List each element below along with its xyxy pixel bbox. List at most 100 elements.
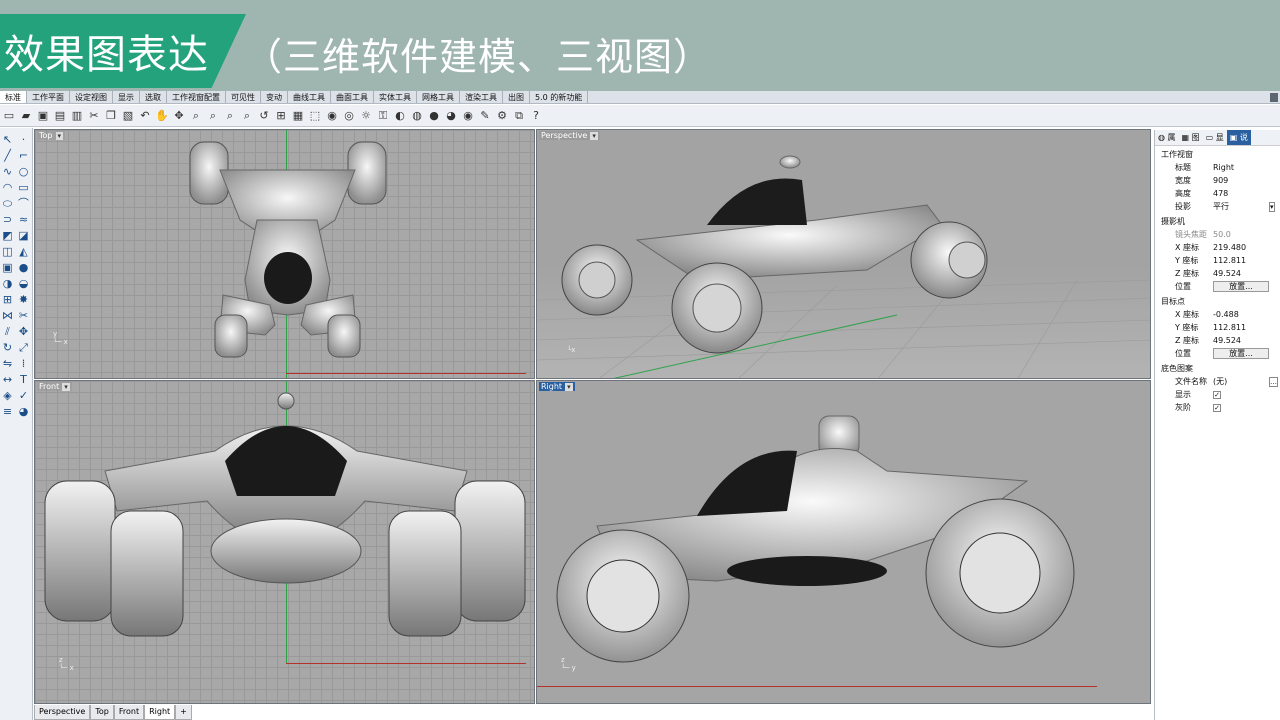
point-tool-icon[interactable]: · <box>16 132 31 147</box>
paste-icon[interactable]: ▧ <box>121 109 135 123</box>
tab-drafting[interactable]: 出图 <box>503 91 530 103</box>
tab-scroll-icon[interactable] <box>1270 93 1278 102</box>
vehicle-top-view[interactable] <box>35 130 535 379</box>
viewport-perspective[interactable]: Perspective ▾ └x <box>536 129 1151 379</box>
help-tab-icon[interactable]: ▣ 说 <box>1226 130 1251 145</box>
target-x-value[interactable]: -0.488 <box>1213 310 1269 319</box>
viewport-top[interactable]: Top ▾ y └─ x <box>34 129 535 379</box>
layout-icon[interactable]: ⧉ <box>512 109 526 123</box>
chevron-down-icon[interactable]: ▾ <box>1269 201 1275 212</box>
settings-icon[interactable]: ⚙ <box>495 109 509 123</box>
save-icon[interactable]: ▣ <box>36 109 50 123</box>
line-icon[interactable]: ╱ <box>0 148 15 163</box>
projection-select[interactable]: 平行 <box>1213 201 1269 212</box>
vehicle-right-view[interactable] <box>537 381 1151 704</box>
light-icon[interactable]: ☼ <box>359 109 373 123</box>
undo-icon[interactable]: ↶ <box>138 109 152 123</box>
width-value[interactable]: 909 <box>1213 176 1269 185</box>
cplane-icon[interactable]: ◎ <box>342 109 356 123</box>
dimension-icon[interactable]: ↔ <box>0 372 15 387</box>
loft-icon[interactable]: ◫ <box>0 244 15 259</box>
rotate-view-icon[interactable]: ✥ <box>172 109 186 123</box>
open-icon[interactable]: ▰ <box>19 109 33 123</box>
tab-select[interactable]: 选取 <box>140 91 167 103</box>
tab-solid-tools[interactable]: 实体工具 <box>374 91 417 103</box>
tab-front[interactable]: Front <box>113 705 145 720</box>
select-icon[interactable]: ⬚ <box>308 109 322 123</box>
solid-box-icon[interactable]: ▣ <box>0 260 15 275</box>
point-icon[interactable]: ◉ <box>325 109 339 123</box>
pointer-icon[interactable]: ↖ <box>0 132 15 147</box>
globe-icon[interactable]: ◉ <box>461 109 475 123</box>
camera-y-value[interactable]: 112.811 <box>1213 256 1269 265</box>
file-name-value[interactable]: (无) <box>1213 376 1269 387</box>
tab-top[interactable]: Top <box>90 705 114 720</box>
tab-standard[interactable]: 标准 <box>0 91 27 103</box>
color-wheel-icon[interactable]: ◍ <box>410 109 424 123</box>
four-view-icon[interactable]: ⊞ <box>274 109 288 123</box>
scale-icon[interactable]: ⤢ <box>16 340 31 355</box>
array-icon[interactable]: ⁞ <box>16 356 31 371</box>
title-value[interactable]: Right <box>1213 163 1269 172</box>
cut-icon[interactable]: ✂ <box>87 109 101 123</box>
material-icon[interactable]: ◐ <box>393 109 407 123</box>
print-icon[interactable]: ▤ <box>53 109 67 123</box>
zoom-window-icon[interactable]: ⌕ <box>206 109 220 123</box>
camera-x-value[interactable]: 219.480 <box>1213 243 1269 252</box>
arc-icon[interactable]: ◠ <box>0 180 15 195</box>
import-icon[interactable]: ▥ <box>70 109 84 123</box>
place-target-button[interactable]: 放置... <box>1213 348 1269 359</box>
mirror-icon[interactable]: ⇋ <box>0 356 15 371</box>
lock-icon[interactable]: ⚿ <box>376 109 390 123</box>
tab-new-in-v5[interactable]: 5.0 的新功能 <box>530 91 589 103</box>
tab-set-view[interactable]: 设定视图 <box>70 91 113 103</box>
solid-sphere-icon[interactable]: ● <box>16 260 31 275</box>
trim-icon[interactable]: ✂ <box>16 308 31 323</box>
tab-surface-tools[interactable]: 曲面工具 <box>331 91 374 103</box>
sweep-icon[interactable]: ◭ <box>16 244 31 259</box>
boolean-icon[interactable]: ◑ <box>0 276 15 291</box>
copy-icon[interactable]: ❐ <box>104 109 118 123</box>
split-icon[interactable]: ⫽ <box>0 324 15 339</box>
analyze-icon[interactable]: ◈ <box>0 388 15 403</box>
pan-icon[interactable]: ✋ <box>155 109 169 123</box>
sphere-icon[interactable]: ● <box>427 109 441 123</box>
zoom-extents-icon[interactable]: ⌕ <box>223 109 237 123</box>
viewport-right[interactable]: Right ▾ z └─ y <box>536 380 1151 704</box>
properties-tab-icon[interactable]: ◍ 属 <box>1155 130 1179 145</box>
mesh-icon[interactable]: ⊞ <box>0 292 15 307</box>
tab-cplane[interactable]: 工作平面 <box>27 91 70 103</box>
show-checkbox[interactable]: ✓ <box>1213 390 1221 399</box>
layers-tab-icon[interactable]: ▦ 图 <box>1179 130 1203 145</box>
undo-view-icon[interactable]: ↺ <box>257 109 271 123</box>
options-icon[interactable]: ✎ <box>478 109 492 123</box>
offset-icon[interactable]: ⊃ <box>0 212 15 227</box>
curve-icon[interactable]: ∿ <box>0 164 15 179</box>
viewport-front[interactable]: Front ▾ z └─ x <box>34 380 535 704</box>
new-file-icon[interactable]: ▭ <box>2 109 16 123</box>
tab-visibility[interactable]: 可见性 <box>226 91 261 103</box>
text-icon[interactable]: T <box>16 372 31 387</box>
target-y-value[interactable]: 112.811 <box>1213 323 1269 332</box>
target-z-value[interactable]: 49.524 <box>1213 336 1269 345</box>
circle-icon[interactable]: ○ <box>16 164 31 179</box>
add-tab-button[interactable]: + <box>175 705 192 720</box>
browse-icon[interactable]: … <box>1269 376 1278 387</box>
ellipse-icon[interactable]: ⬭ <box>0 196 15 211</box>
display-tab-icon[interactable]: ▭ 显 <box>1203 130 1227 145</box>
explode-icon[interactable]: ✸ <box>16 292 31 307</box>
fillet-curve-icon[interactable]: ⌒ <box>16 196 31 211</box>
vehicle-front-view[interactable] <box>35 381 535 704</box>
polyline-icon[interactable]: ⌐ <box>16 148 31 163</box>
rectangle-icon[interactable]: ▭ <box>16 180 31 195</box>
tab-viewport-layout[interactable]: 工作视窗配置 <box>167 91 226 103</box>
render-icon[interactable]: ◕ <box>444 109 458 123</box>
grid-icon[interactable]: ▦ <box>291 109 305 123</box>
tab-curve-tools[interactable]: 曲线工具 <box>288 91 331 103</box>
height-value[interactable]: 478 <box>1213 189 1269 198</box>
zoom-icon[interactable]: ⌕ <box>189 109 203 123</box>
zoom-selected-icon[interactable]: ⌕ <box>240 109 254 123</box>
check-icon[interactable]: ✓ <box>16 388 31 403</box>
join-icon[interactable]: ⋈ <box>0 308 15 323</box>
tab-perspective[interactable]: Perspective <box>34 705 91 720</box>
